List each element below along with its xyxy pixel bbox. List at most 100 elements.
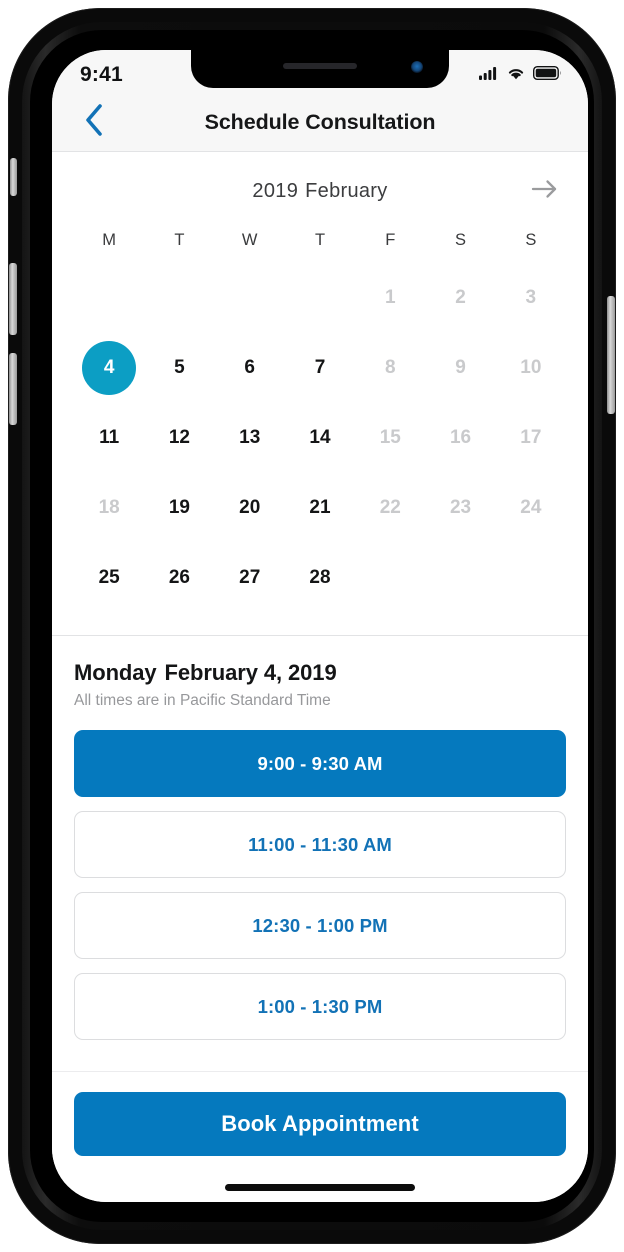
calendar-day-cell: 13 (215, 403, 285, 473)
calendar-day-17: 17 (520, 427, 542, 448)
calendar-day-25[interactable]: 25 (82, 551, 136, 605)
calendar-weekday-0: M (102, 231, 117, 249)
calendar-day-10: 10 (520, 357, 542, 378)
calendar-day-cell: 16 (425, 403, 495, 473)
page-title: Schedule Consultation (204, 110, 436, 134)
navigation-bar: Schedule Consultation (52, 94, 588, 152)
calendar-weekday-4: F (385, 231, 396, 249)
phone-screen: 9:41 Schedule Consultation 2019 February… (52, 50, 588, 1202)
calendar-day-cell: 23 (425, 473, 495, 543)
volume-up-button[interactable] (9, 263, 17, 335)
wifi-icon (506, 66, 526, 85)
power-button[interactable] (607, 296, 615, 414)
calendar-day-cell: 20 (215, 473, 285, 543)
calendar-day-cell: 24 (496, 473, 566, 543)
calendar-day-cell: 21 (285, 473, 355, 543)
calendar-day-cell: 14 (285, 403, 355, 473)
calendar-day-18: 18 (98, 497, 120, 518)
status-bar-time: 9:41 (80, 63, 123, 86)
selected-date-heading: Monday February 4, 2019 (74, 660, 566, 686)
calendar-day-cell: 8 (355, 333, 425, 403)
calendar-day-cell: 28 (285, 543, 355, 613)
silent-switch[interactable] (10, 158, 17, 196)
book-appointment-button[interactable]: Book Appointment (74, 1092, 566, 1156)
calendar-weekday-5: S (455, 231, 467, 249)
calendar-day-27[interactable]: 27 (223, 551, 277, 605)
calendar-day-15: 15 (379, 427, 401, 448)
calendar-day-cell: 4 (74, 333, 144, 403)
calendar-day-16: 16 (449, 427, 472, 448)
calendar-day-1: 1 (384, 287, 396, 308)
calendar-day-grid: 1 2 3 4 5 6 7 8 9 10 11 12 13 14 15 16 17 18 19 20 21 22 23 24 2… (74, 263, 566, 613)
calendar-day-8: 8 (384, 357, 396, 378)
calendar-month: February (305, 179, 388, 202)
calendar-day-5[interactable]: 5 (152, 341, 206, 395)
calendar-day-cell: 6 (215, 333, 285, 403)
time-slot-button-3[interactable]: 1:00 - 1:30 PM (74, 973, 566, 1040)
arrow-right-icon (530, 177, 560, 206)
calendar-day-cell: 26 (144, 543, 214, 613)
calendar-day-19[interactable]: 19 (152, 481, 206, 535)
calendar-weekday-row: MTWTFSS (74, 222, 566, 263)
calendar-day-12[interactable]: 12 (152, 411, 206, 465)
calendar-day-cell: 17 (496, 403, 566, 473)
time-slot-button-2[interactable]: 12:30 - 1:00 PM (74, 892, 566, 959)
calendar-day-22: 22 (379, 497, 401, 518)
calendar-day-blank (74, 263, 144, 333)
calendar-weekday-3: T (314, 231, 326, 249)
calendar-day-28[interactable]: 28 (293, 551, 347, 605)
cellular-bars-icon (479, 66, 499, 85)
calendar-day-11[interactable]: 11 (82, 411, 136, 465)
calendar-day-26[interactable]: 26 (152, 551, 206, 605)
volume-down-button[interactable] (9, 353, 17, 425)
next-month-button[interactable] (526, 172, 564, 210)
calendar-day-cell: 9 (425, 333, 495, 403)
footer-bar: Book Appointment (52, 1071, 588, 1202)
calendar-day-cell: 1 (355, 263, 425, 333)
notch (191, 50, 449, 88)
selected-date-text: February 4, 2019 (164, 660, 337, 685)
speaker-grille-icon (283, 63, 357, 69)
calendar-header: 2019 February (74, 166, 566, 216)
calendar-day-cell: 18 (74, 473, 144, 543)
phone-frame: 9:41 Schedule Consultation 2019 February… (8, 8, 616, 1244)
calendar-day-14[interactable]: 14 (293, 411, 347, 465)
calendar-day-7[interactable]: 7 (293, 341, 347, 395)
calendar-day-blank (144, 263, 214, 333)
calendar-day-4[interactable]: 4 (82, 341, 137, 395)
calendar-day-cell: 27 (215, 543, 285, 613)
calendar-day-3: 3 (525, 287, 537, 308)
calendar-day-blank (285, 263, 355, 333)
calendar-weekday-6: S (525, 231, 537, 249)
calendar-day-cell: 5 (144, 333, 214, 403)
calendar-day-13[interactable]: 13 (223, 411, 277, 465)
selected-weekday-name: Monday (74, 660, 157, 685)
calendar-day-cell: 3 (496, 263, 566, 333)
calendar-day-20[interactable]: 20 (223, 481, 277, 535)
calendar-day-23: 23 (449, 497, 472, 518)
battery-full-icon (532, 65, 562, 85)
calendar-panel: 2019 February MTWTFSS 1 2 3 4 5 6 7 8 9 10 11 12 13 14… (52, 152, 588, 636)
calendar-day-blank (215, 263, 285, 333)
calendar-month-label: 2019 February (252, 180, 387, 203)
calendar-day-cell: 22 (355, 473, 425, 543)
chevron-left-icon (83, 103, 105, 142)
calendar-day-21[interactable]: 21 (293, 481, 347, 535)
calendar-day-cell: 15 (355, 403, 425, 473)
calendar-day-9: 9 (455, 357, 466, 378)
home-indicator[interactable] (225, 1184, 415, 1191)
calendar-day-cell: 19 (144, 473, 214, 543)
front-camera-icon (411, 61, 423, 73)
time-slot-button-0[interactable]: 9:00 - 9:30 AM (74, 730, 566, 797)
back-button[interactable] (66, 94, 122, 151)
calendar-day-24: 24 (520, 497, 542, 518)
status-bar-icons (479, 60, 562, 85)
time-slot-button-1[interactable]: 11:00 - 11:30 AM (74, 811, 566, 878)
calendar-weekday-1: T (174, 231, 185, 249)
calendar-day-cell: 10 (496, 333, 566, 403)
calendar-day-6[interactable]: 6 (223, 341, 277, 395)
time-slot-list: 9:00 - 9:30 AM 11:00 - 11:30 AM 12:30 - 1:… (74, 730, 566, 1040)
time-slots-panel: Monday February 4, 2019 All times are in … (52, 636, 588, 1064)
calendar-year: 2019 (252, 179, 299, 202)
calendar-weekday-2: W (241, 231, 258, 249)
